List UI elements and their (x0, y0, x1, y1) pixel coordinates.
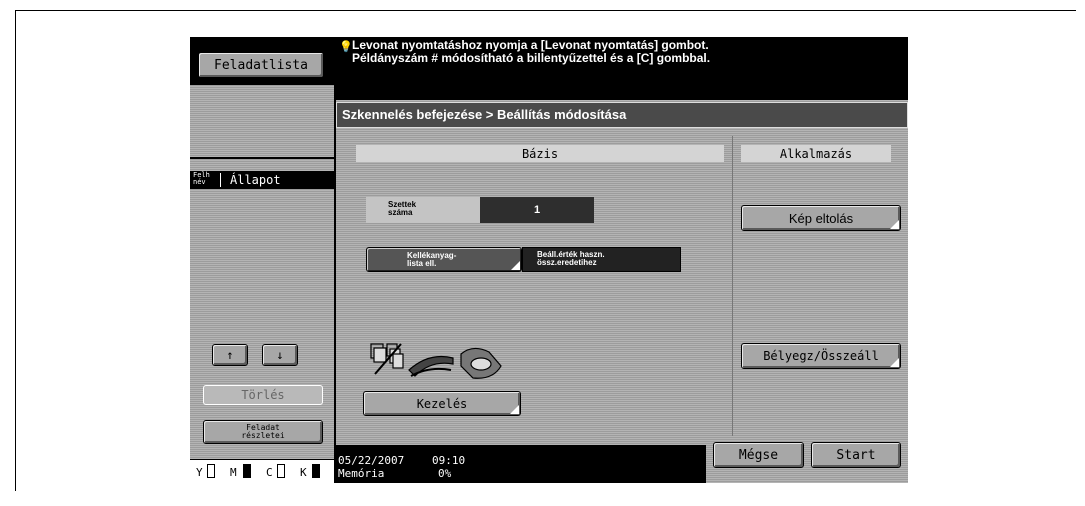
toner-m-label: M (230, 466, 237, 479)
image-shift-button-label: Kép eltolás (788, 210, 854, 226)
message-text: Levonat nyomtatáshoz nyomja a [Levonat n… (352, 38, 711, 65)
status-column-header: Állapot (230, 173, 281, 187)
column-divider (220, 173, 221, 187)
consumables-check-button-label: Kellékanyag- lista ell. (407, 250, 457, 268)
corner-mark (890, 220, 899, 229)
toner-c-label: C (266, 466, 273, 479)
application-header-label: Alkalmazás (779, 146, 853, 161)
title-bar: Szkennelés befejezése > Beállítás módosí… (336, 102, 908, 128)
job-list-area: Felh név Állapot (190, 159, 334, 339)
toner-k-label: K (300, 466, 307, 479)
job-list-header: Felh név Állapot (190, 171, 334, 189)
toner-c: C (266, 464, 296, 480)
toner-k: K (300, 464, 330, 480)
delete-button[interactable]: Törlés (203, 385, 323, 405)
stamp-composition-button-label: Bélyegz/Összeáll (763, 349, 879, 363)
memory-value: 0% (438, 467, 452, 480)
cancel-button-label: Mégse (738, 447, 779, 463)
left-panel: Feladatlista Felh név Állapot ↑ ↓ Törlés… (190, 37, 334, 483)
toner-k-gauge (312, 464, 320, 478)
job-details-button[interactable]: Feladat részletei (203, 420, 323, 444)
toner-m: M (230, 464, 260, 480)
sets-value: 1 (533, 204, 541, 216)
finishing-icon (370, 343, 502, 379)
application-column: Alkalmazás Kép eltolás Bélyegz/Összeáll (736, 132, 908, 445)
page-title: Szkennelés befejezése > Beállítás módosí… (342, 107, 627, 122)
stamp-composition-button[interactable]: Bélyegz/Összeáll (741, 343, 901, 369)
sets-label: Szettek száma (388, 200, 417, 217)
basic-column: Bázis Szettek száma 1 Kellékanyag- lista… (336, 132, 731, 445)
arrow-up-icon: ↑ (226, 348, 234, 362)
corner-mark (510, 405, 519, 414)
default-setting-button[interactable]: Beáll.érték haszn. össz.eredetihez (522, 247, 681, 272)
message-area: 💡 Levonat nyomtatáshoz nyomja a [Levonat… (336, 37, 908, 99)
default-setting-button-label: Beáll.érték haszn. össz.eredetihez (537, 250, 605, 267)
left-panel-top-area (190, 85, 334, 157)
job-list-button-label: Feladatlista (214, 57, 308, 73)
application-tab-header: Alkalmazás (741, 145, 891, 162)
control-panel-screen: Feladatlista Felh név Állapot ↑ ↓ Törlés… (190, 37, 908, 483)
toner-y-label: Y (196, 466, 203, 479)
toner-m-gauge (243, 464, 251, 478)
finishing-button[interactable]: Kezelés (363, 391, 521, 416)
corner-mark (511, 261, 520, 270)
user-name-column-header: Felh név (193, 171, 210, 186)
scroll-down-button[interactable]: ↓ (262, 344, 298, 366)
toner-y-gauge (207, 464, 215, 478)
start-button[interactable]: Start (811, 442, 901, 468)
toner-c-gauge (277, 464, 285, 478)
date-text: 05/22/2007 (338, 454, 405, 467)
job-list-button[interactable]: Feladatlista (198, 52, 324, 78)
corner-mark (890, 358, 899, 367)
arrow-down-icon: ↓ (276, 348, 284, 362)
cancel-button[interactable]: Mégse (713, 442, 804, 468)
start-button-label: Start (836, 447, 876, 463)
footer-bar: 05/22/2007 09:10 Memória 0% Mégse Start (336, 442, 908, 483)
image-shift-button[interactable]: Kép eltolás (741, 205, 901, 231)
toner-y: Y (196, 464, 226, 480)
time-text: 09:10 (432, 454, 466, 467)
sets-value-field[interactable]: 1 (480, 197, 594, 223)
sets-label-box: Szettek száma (366, 197, 480, 223)
toner-indicator: Y M C K (190, 460, 334, 483)
column-divider-line (732, 136, 733, 436)
finishing-button-label: Kezelés (416, 396, 468, 411)
main-panel: Szkennelés befejezése > Beállítás módosí… (336, 100, 908, 445)
basic-header-label: Bázis (521, 146, 559, 161)
job-details-button-label: Feladat részletei (241, 423, 285, 440)
memory-label: Memória (338, 467, 385, 480)
info-icon: 💡 (339, 41, 353, 53)
consumables-check-button[interactable]: Kellékanyag- lista ell. (366, 247, 522, 272)
scroll-up-button[interactable]: ↑ (212, 344, 248, 366)
basic-tab-header: Bázis (356, 145, 724, 162)
delete-button-label: Törlés (241, 388, 285, 402)
